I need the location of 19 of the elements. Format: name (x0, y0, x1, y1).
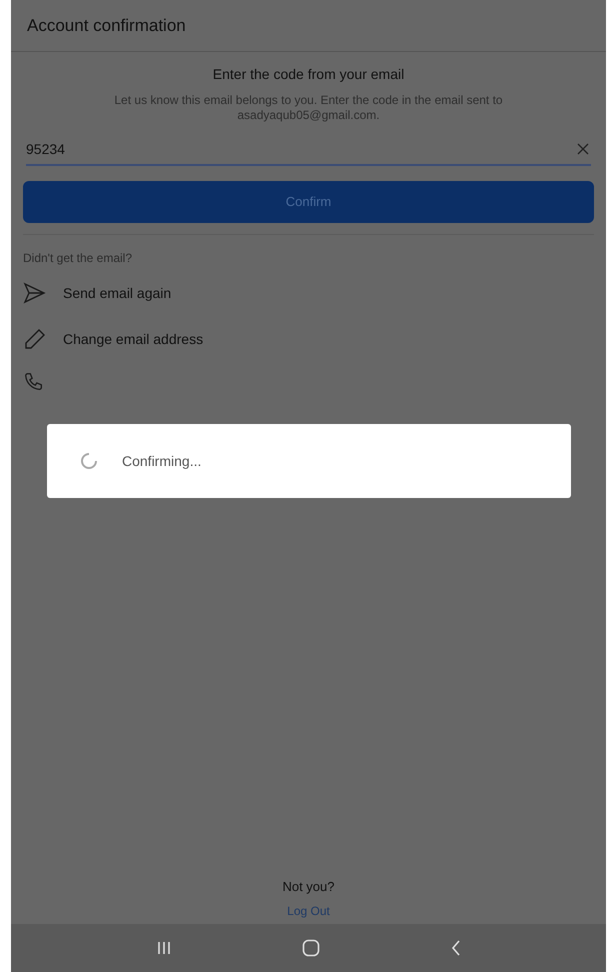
help-label: Didn't get the email? (23, 250, 134, 267)
screen-title: Account confirmation (27, 14, 186, 37)
send-icon (23, 281, 47, 305)
dialog-text: Confirming... (122, 452, 202, 471)
option-link[interactable]: Send email again (63, 282, 172, 304)
log-out-link[interactable]: Log Out (287, 902, 330, 920)
home-icon[interactable] (302, 939, 320, 957)
spinner-icon (80, 452, 98, 470)
pencil-icon (23, 327, 47, 351)
option-link[interactable]: Change email address (63, 328, 204, 350)
not-you-text: Not you? (282, 878, 335, 896)
code-field[interactable]: 95234 (26, 133, 591, 166)
phone-icon (23, 371, 45, 393)
instructions-text: Let us know this email belongs to you. Enter the code in the email sent to asadyaqub05@gmail.com. (113, 93, 504, 123)
back-icon[interactable] (450, 940, 460, 956)
recent-apps-icon[interactable] (156, 941, 170, 955)
confirm-button[interactable]: Confirm (23, 181, 594, 223)
clear-icon[interactable] (577, 143, 589, 155)
heading: Enter the code from your email (212, 65, 404, 84)
